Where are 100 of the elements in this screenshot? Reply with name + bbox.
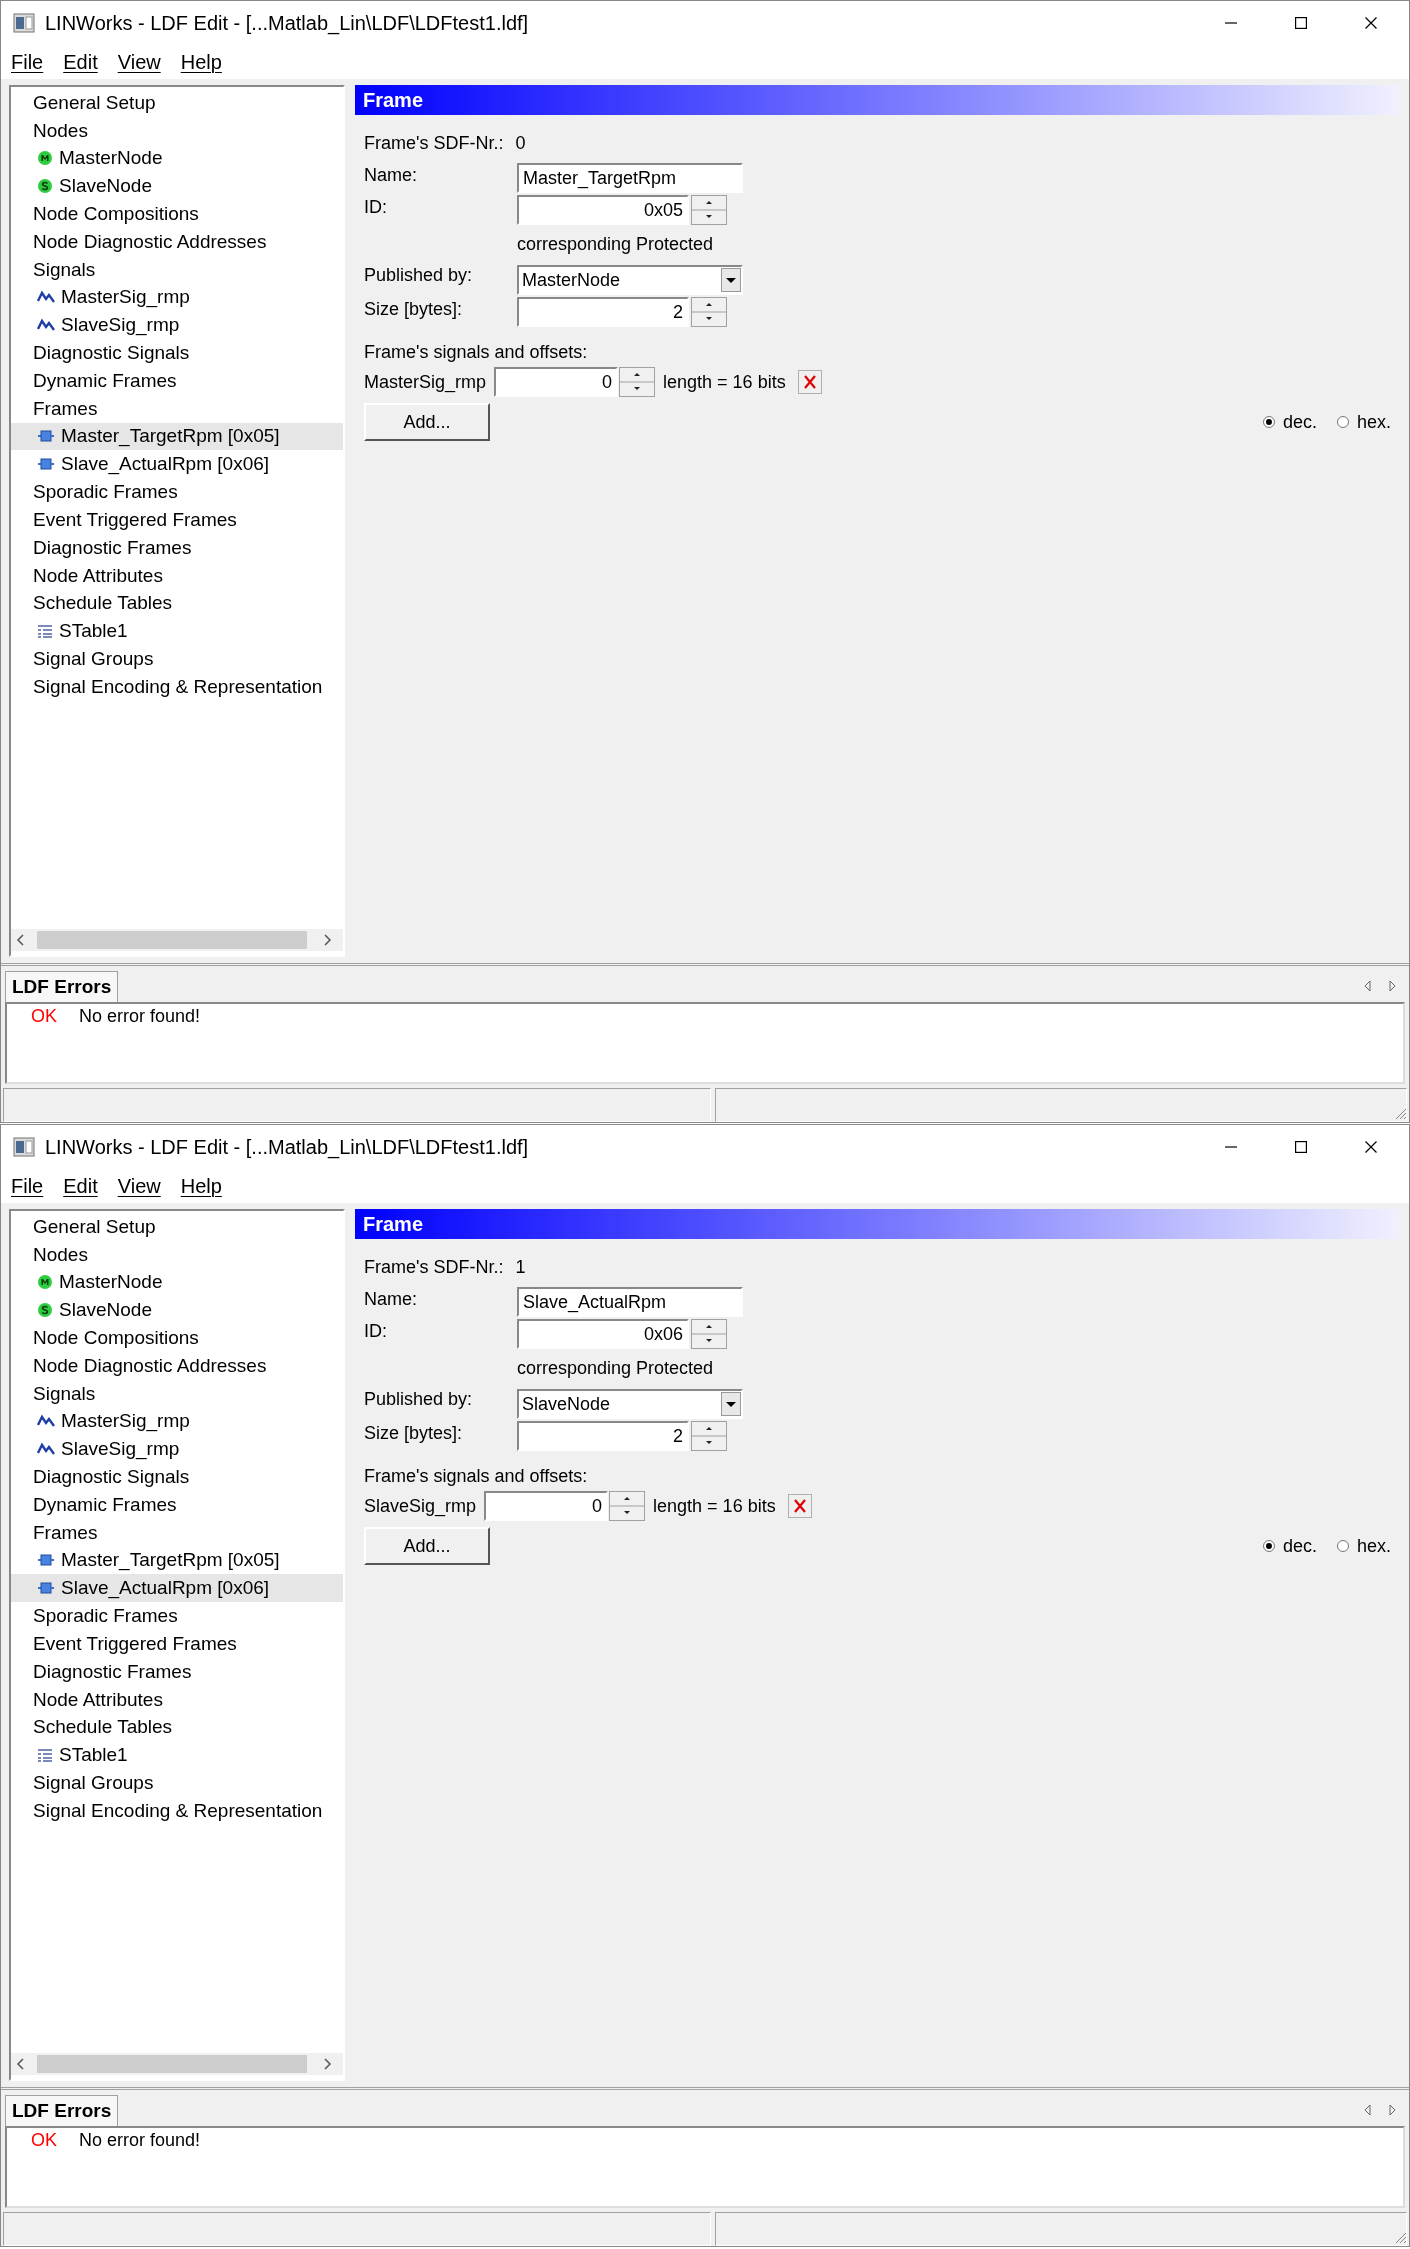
tree-item[interactable]: STable1 [11, 1741, 343, 1769]
panel-header: Frame [355, 85, 1399, 115]
published-by-dropdown[interactable]: MasterNode [517, 265, 743, 295]
tree-item[interactable]: SlaveNode [11, 1296, 343, 1325]
tree-item[interactable]: Node Compositions [11, 1324, 343, 1352]
wave-icon [37, 290, 55, 305]
tree-item[interactable]: Slave_ActualRpm [0x06] [11, 1574, 343, 1603]
tree-item[interactable]: Signal Encoding & Representation [11, 672, 343, 701]
scroll-thumb[interactable] [37, 931, 307, 949]
field-label: Published by: [364, 264, 474, 286]
spinner-arrows [691, 297, 727, 327]
horizontal-scrollbar[interactable] [11, 929, 343, 951]
tree-item[interactable]: Node Attributes [11, 1685, 343, 1714]
horizontal-scrollbar[interactable] [11, 2053, 343, 2075]
frame-icon [37, 457, 55, 472]
tree-item[interactable]: MasterSig_rmp [11, 283, 343, 312]
tree-item[interactable]: Node Diagnostic Addresses [11, 228, 343, 256]
tree-item[interactable]: Diagnostic Frames [11, 1657, 343, 1686]
spinner-arrows [619, 367, 656, 397]
name-field[interactable]: Slave_ActualRpm [517, 1287, 743, 1317]
radio-option[interactable]: hex. [1336, 411, 1391, 433]
size-field[interactable]: 2 [517, 297, 689, 327]
tree-item[interactable]: Schedule Tables [11, 589, 343, 618]
add-button[interactable]: Add... [364, 403, 490, 441]
field-value: 0 [515, 132, 526, 154]
delete-icon [797, 370, 822, 394]
tree-item[interactable]: Node Attributes [11, 561, 343, 590]
tree-item[interactable]: General Setup [11, 89, 343, 117]
pane-tab[interactable]: LDF Errors [5, 971, 119, 1002]
tree-item[interactable]: Master_TargetRpm [0x05] [11, 422, 343, 451]
add-button[interactable]: Add... [364, 1527, 490, 1565]
tree-item[interactable]: Node Diagnostic Addresses [11, 1352, 343, 1380]
menu-item[interactable]: View [117, 50, 161, 74]
tree-item[interactable]: Diagnostic Signals [11, 1463, 343, 1491]
id-field[interactable]: 0x06 [517, 1319, 689, 1349]
tree-item[interactable]: Diagnostic Signals [11, 339, 343, 367]
tree-item[interactable]: SlaveSig_rmp [11, 1435, 343, 1464]
tree-item[interactable]: MasterNode [11, 1268, 343, 1297]
tree-item[interactable]: Schedule Tables [11, 1713, 343, 1742]
tree-item[interactable]: Frames [11, 1518, 343, 1547]
spinner-arrows [609, 1491, 646, 1521]
menu-item[interactable]: File [11, 50, 44, 74]
tree-item[interactable]: Signal Groups [11, 644, 343, 673]
tree-item[interactable]: Dynamic Frames [11, 1490, 343, 1519]
offset-field[interactable]: 0 [494, 367, 619, 397]
tree-item[interactable]: SlaveSig_rmp [11, 311, 343, 340]
menu-item[interactable]: Edit [63, 1174, 98, 1198]
spinner-arrows [691, 195, 727, 225]
tree-item[interactable]: Sporadic Frames [11, 1602, 343, 1630]
tree-item[interactable]: Signal Groups [11, 1768, 343, 1797]
app-icon [13, 13, 35, 33]
tree-item[interactable]: Dynamic Frames [11, 366, 343, 395]
radio-option[interactable]: hex. [1336, 1535, 1391, 1557]
tree-item[interactable]: MasterSig_rmp [11, 1407, 343, 1436]
scroll-thumb[interactable] [37, 2055, 307, 2073]
table-icon [37, 1747, 53, 1764]
field-label: ID: [364, 196, 388, 218]
tree-item[interactable]: Slave_ActualRpm [0x06] [11, 450, 343, 479]
tree-item[interactable]: Nodes [11, 1240, 343, 1269]
field-label: Published by: [364, 1388, 474, 1410]
tree-item[interactable]: Event Triggered Frames [11, 505, 343, 534]
right-arrow-icon [1387, 2104, 1397, 2116]
tree-item[interactable]: Frames [11, 394, 343, 423]
window-title: LINWorks - LDF Edit - [...Matlab_Lin\LDF\LDFtest1.ldf] [45, 11, 530, 35]
frame-icon [37, 1581, 55, 1596]
menu-item[interactable]: Edit [63, 50, 98, 74]
node-icon [37, 150, 53, 167]
menu-item[interactable]: File [11, 1174, 44, 1198]
menu-item[interactable]: Help [180, 1174, 222, 1198]
left-arrow-icon [1363, 2104, 1373, 2116]
status-text: OK [31, 2130, 57, 2151]
published-by-dropdown[interactable]: SlaveNode [517, 1389, 743, 1419]
tree-item[interactable]: Node Compositions [11, 200, 343, 228]
close-icon [1365, 1141, 1377, 1153]
tree-item[interactable]: General Setup [11, 1213, 343, 1241]
menu-item[interactable]: Help [180, 50, 222, 74]
app-icon [13, 1137, 35, 1157]
table-icon [37, 623, 53, 640]
tree-item[interactable]: Sporadic Frames [11, 478, 343, 506]
pane-tab[interactable]: LDF Errors [5, 2095, 119, 2126]
tree-item[interactable]: Event Triggered Frames [11, 1629, 343, 1658]
tree-item[interactable]: Master_TargetRpm [0x05] [11, 1546, 343, 1575]
section-label: Frame's signals and offsets: [364, 1465, 589, 1488]
offset-field[interactable]: 0 [484, 1491, 609, 1521]
tree-item[interactable]: Nodes [11, 116, 343, 145]
tree-item[interactable]: MasterNode [11, 144, 343, 173]
protected-note: corresponding Protected [517, 1357, 715, 1380]
radio-option[interactable]: dec. [1262, 411, 1317, 433]
name-field[interactable]: Master_TargetRpm [517, 163, 743, 193]
id-field[interactable]: 0x05 [517, 195, 689, 225]
close-icon [1365, 17, 1377, 29]
tree-item[interactable]: Signals [11, 1379, 343, 1408]
tree-item[interactable]: SlaveNode [11, 172, 343, 201]
radio-option[interactable]: dec. [1262, 1535, 1317, 1557]
tree-item[interactable]: Signals [11, 255, 343, 284]
tree-item[interactable]: STable1 [11, 617, 343, 645]
tree-item[interactable]: Diagnostic Frames [11, 533, 343, 562]
size-field[interactable]: 2 [517, 1421, 689, 1451]
menu-item[interactable]: View [117, 1174, 161, 1198]
tree-item[interactable]: Signal Encoding & Representation [11, 1796, 343, 1825]
